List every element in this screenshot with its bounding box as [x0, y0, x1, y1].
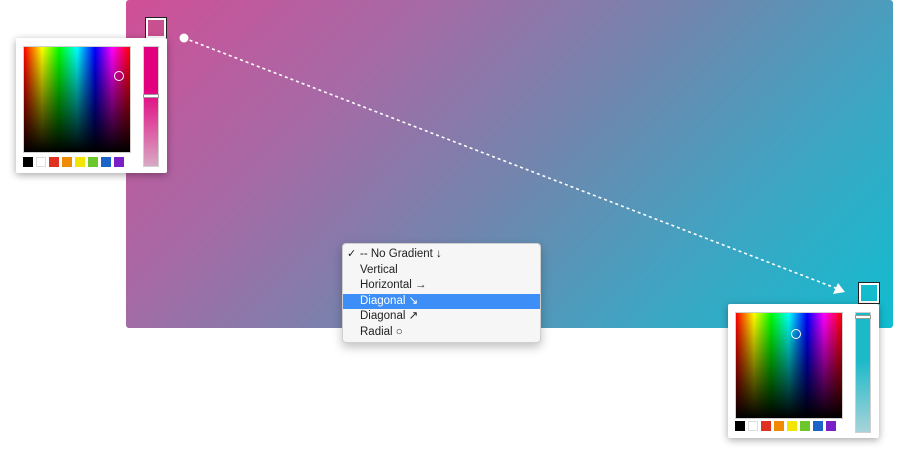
start-color-picker	[16, 38, 167, 173]
start-opacity-slider[interactable]	[143, 46, 159, 167]
menu-item-diagonal-down[interactable]: Diagonal ↘	[343, 293, 540, 309]
check-icon: ✓	[347, 248, 357, 260]
palette-swatch-yellow[interactable]	[787, 421, 797, 431]
palette-swatch-orange[interactable]	[774, 421, 784, 431]
menu-item-label: Radial ○	[360, 325, 403, 338]
end-slider-thumb[interactable]	[855, 315, 871, 319]
palette-swatch-black[interactable]	[735, 421, 745, 431]
menu-item-no-gradient[interactable]: ✓ -- No Gradient ↓	[343, 247, 540, 263]
menu-item-vertical[interactable]: Vertical	[343, 263, 540, 279]
palette-swatch-orange[interactable]	[62, 157, 72, 167]
start-palette	[23, 157, 124, 167]
palette-swatch-yellow[interactable]	[75, 157, 85, 167]
palette-swatch-green[interactable]	[88, 157, 98, 167]
palette-swatch-red[interactable]	[761, 421, 771, 431]
end-opacity-slider[interactable]	[855, 312, 871, 433]
start-color-swatch[interactable]	[146, 18, 166, 38]
start-saturation-value-area[interactable]	[23, 46, 131, 153]
menu-item-label: Vertical	[360, 263, 398, 276]
end-color-picker	[728, 304, 879, 438]
gradient-type-menu: ✓ -- No Gradient ↓ Vertical Horizontal →…	[342, 243, 541, 343]
menu-item-label: Diagonal ↘	[360, 294, 419, 307]
menu-item-diagonal-up[interactable]: Diagonal ↗	[343, 309, 540, 325]
palette-swatch-green[interactable]	[800, 421, 810, 431]
palette-swatch-purple[interactable]	[114, 157, 124, 167]
palette-swatch-blue[interactable]	[813, 421, 823, 431]
menu-item-label: Horizontal →	[360, 279, 427, 291]
palette-swatch-red[interactable]	[49, 157, 59, 167]
menu-item-radial[interactable]: Radial ○	[343, 325, 540, 341]
palette-swatch-purple[interactable]	[826, 421, 836, 431]
menu-item-horizontal[interactable]: Horizontal →	[343, 278, 540, 294]
palette-swatch-blue[interactable]	[101, 157, 111, 167]
start-color-cursor[interactable]	[114, 71, 124, 81]
palette-swatch-white[interactable]	[748, 421, 758, 431]
palette-swatch-white[interactable]	[36, 157, 46, 167]
end-color-swatch[interactable]	[859, 283, 879, 303]
menu-item-label: -- No Gradient ↓	[360, 248, 442, 260]
start-slider-thumb[interactable]	[143, 94, 159, 98]
end-saturation-value-area[interactable]	[735, 312, 843, 419]
end-color-cursor[interactable]	[791, 329, 801, 339]
end-palette	[735, 421, 836, 431]
palette-swatch-black[interactable]	[23, 157, 33, 167]
menu-item-label: Diagonal ↗	[360, 310, 419, 322]
